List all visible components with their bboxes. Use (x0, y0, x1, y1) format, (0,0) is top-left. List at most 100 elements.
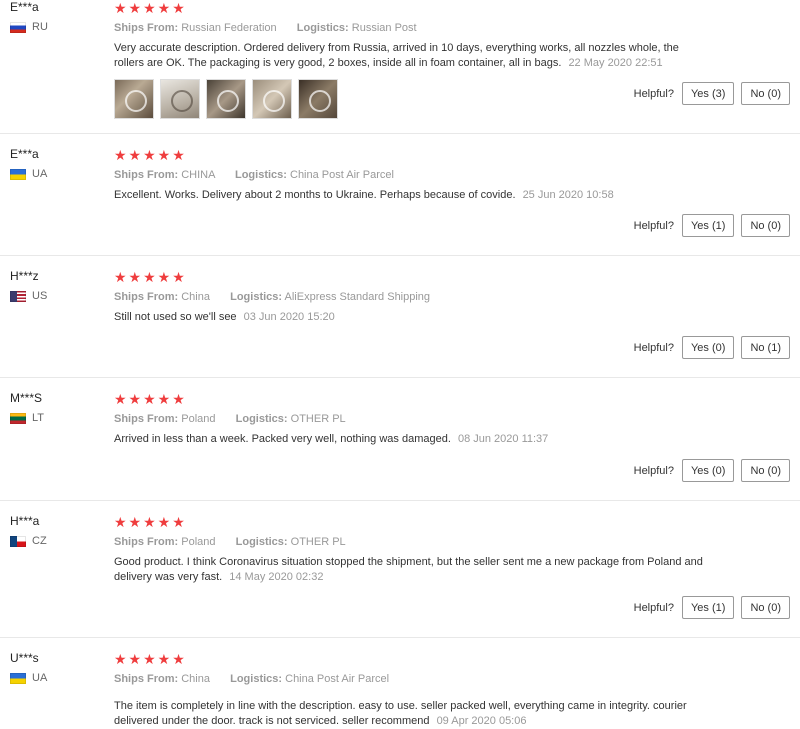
star-rating: ★★★★★ (114, 514, 187, 530)
review-body: Good product. I think Coronavirus situat… (114, 556, 703, 583)
country-code: RU (32, 21, 48, 33)
reviewer-info: U***s UA (10, 651, 100, 684)
review-date: 03 Jun 2020 15:20 (243, 311, 335, 323)
ships-from-value: China (181, 673, 210, 685)
flag-us-icon (10, 290, 26, 302)
shipping-info: Ships From: China Logistics: AliExpress … (114, 290, 714, 304)
review-date: 09 Apr 2020 05:06 (436, 715, 527, 727)
helpful-yes-button[interactable]: Yes (0) (681, 336, 735, 359)
shipping-info: Ships From: CHINA Logistics: China Post … (114, 168, 714, 182)
review-content: ★★★★★ Ships From: Poland Logistics: OTHE… (114, 514, 714, 585)
reviewer-name: M***S (10, 391, 43, 405)
reviewer-country: UA (10, 672, 100, 684)
reviewer-country: CZ (10, 535, 100, 547)
reviewer-country: LT (10, 412, 100, 424)
shipping-info: Ships From: Russian Federation Logistics… (114, 21, 714, 35)
helpful-label: Helpful? (633, 464, 674, 477)
reviewer-info: M***S LT (10, 391, 100, 424)
review-item: E***a UA ★★★★★ Ships From: CHINA Logisti… (0, 134, 800, 256)
logistics-label: Logistics: (296, 22, 349, 34)
logistics-value: China Post Air Parcel (285, 673, 390, 685)
helpful-no-button[interactable]: No (0) (741, 82, 790, 105)
review-text: Excellent. Works. Delivery about 2 month… (114, 188, 704, 203)
helpful-yes-button[interactable]: Yes (3) (681, 82, 735, 105)
helpful-yes-button[interactable]: Yes (1) (681, 214, 735, 237)
helpful-no-button[interactable]: No (0) (741, 459, 790, 482)
helpful-yes-button[interactable]: Yes (1) (681, 596, 735, 619)
flag-ua-icon (10, 672, 26, 684)
review-text: Arrived in less than a week. Packed very… (114, 432, 704, 447)
ships-from-label: Ships From: (114, 169, 179, 181)
country-code: UA (32, 168, 48, 180)
review-item: U***s UA ★★★★★ Ships From: China Logisti… (0, 638, 800, 727)
helpful-no-button[interactable]: No (0) (741, 214, 790, 237)
helpful-controls: Helpful? Yes (1) No (0) (634, 214, 790, 237)
logistics-label: Logistics: (230, 291, 283, 303)
review-date: 08 Jun 2020 11:37 (457, 433, 549, 445)
country-code: LT (32, 412, 45, 424)
review-photo-thumbnail[interactable] (206, 79, 246, 119)
helpful-controls: Helpful? Yes (3) No (0) (634, 82, 790, 105)
reviewer-name: E***a (10, 0, 39, 14)
review-body: The item is completely in line with the … (114, 700, 687, 727)
helpful-controls: Helpful? Yes (0) No (1) (634, 336, 790, 359)
reviewer-country: UA (10, 168, 100, 180)
review-body: Arrived in less than a week. Packed very… (114, 433, 451, 445)
review-content: ★★★★★ Ships From: Russian Federation Log… (114, 0, 714, 119)
review-body: Still not used so we'll see (114, 311, 237, 323)
helpful-no-button[interactable]: No (0) (741, 596, 790, 619)
reviewer-name: H***a (10, 514, 40, 528)
review-photo-thumbnail[interactable] (252, 79, 292, 119)
review-photo-thumbnail[interactable] (160, 79, 200, 119)
ships-from-label: Ships From: (114, 291, 179, 303)
helpful-no-button[interactable]: No (1) (741, 336, 790, 359)
logistics-label: Logistics: (235, 536, 288, 548)
flag-ua-icon (10, 168, 26, 180)
review-text: Good product. I think Coronavirus situat… (114, 555, 704, 585)
reviewer-country: RU (10, 21, 100, 33)
review-content: ★★★★★ Ships From: China Logistics: China… (114, 651, 714, 729)
reviewer-name: H***z (10, 269, 39, 283)
ships-from-value: CHINA (181, 169, 215, 181)
flag-lt-icon (10, 412, 26, 424)
review-content: ★★★★★ Ships From: Poland Logistics: OTHE… (114, 391, 714, 447)
helpful-controls: Helpful? Yes (1) No (0) (634, 596, 790, 619)
ships-from-value: China (181, 291, 210, 303)
review-photo-thumbnail[interactable] (298, 79, 338, 119)
review-item: H***z US ★★★★★ Ships From: China Logisti… (0, 256, 800, 378)
review-photos (114, 79, 714, 119)
logistics-value: OTHER PL (290, 536, 346, 548)
review-item: E***a RU ★★★★★ Ships From: Russian Feder… (0, 0, 800, 134)
country-code: UA (32, 672, 48, 684)
ships-from-label: Ships From: (114, 22, 179, 34)
logistics-value: AliExpress Standard Shipping (284, 291, 431, 303)
reviewer-info: E***a UA (10, 147, 100, 180)
logistics-value: China Post Air Parcel (290, 169, 394, 181)
reviewer-info: E***a RU (10, 0, 100, 33)
star-rating: ★★★★★ (114, 0, 187, 16)
star-rating: ★★★★★ (114, 147, 187, 163)
review-text: Very accurate description. Ordered deliv… (114, 41, 704, 71)
ships-from-value: Poland (181, 413, 216, 425)
shipping-info: Ships From: Poland Logistics: OTHER PL (114, 535, 714, 549)
helpful-label: Helpful? (633, 601, 674, 614)
review-body: Excellent. Works. Delivery about 2 month… (114, 189, 516, 201)
logistics-value: OTHER PL (290, 413, 346, 425)
review-item: M***S LT ★★★★★ Ships From: Poland Logist… (0, 378, 800, 501)
review-text: Still not used so we'll see 03 Jun 2020 … (114, 310, 704, 325)
review-content: ★★★★★ Ships From: CHINA Logistics: China… (114, 147, 714, 203)
country-code: US (32, 290, 48, 302)
review-item: H***a CZ ★★★★★ Ships From: Poland Logist… (0, 501, 800, 638)
review-photo-thumbnail[interactable] (114, 79, 154, 119)
star-rating: ★★★★★ (114, 391, 187, 407)
logistics-label: Logistics: (230, 673, 283, 685)
helpful-yes-button[interactable]: Yes (0) (681, 459, 735, 482)
helpful-label: Helpful? (633, 219, 674, 232)
ships-from-value: Russian Federation (181, 22, 277, 34)
review-date: 25 Jun 2020 10:58 (522, 189, 614, 201)
review-content: ★★★★★ Ships From: China Logistics: AliEx… (114, 269, 714, 325)
logistics-label: Logistics: (234, 169, 287, 181)
ships-from-label: Ships From: (114, 673, 179, 685)
helpful-label: Helpful? (633, 341, 674, 354)
helpful-controls: Helpful? Yes (0) No (0) (634, 459, 790, 482)
